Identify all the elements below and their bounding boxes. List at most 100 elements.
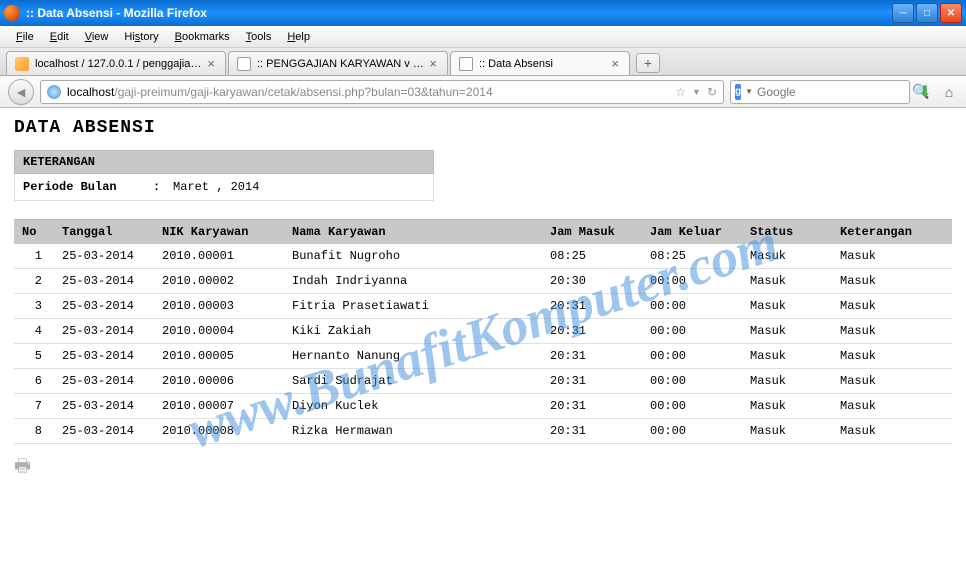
menu-edit[interactable]: Edit xyxy=(42,28,77,46)
minimize-button[interactable]: ─ xyxy=(892,3,914,23)
window-title: :: Data Absensi - Mozilla Firefox xyxy=(26,6,892,20)
col-keterangan: Keterangan xyxy=(832,220,952,245)
home-icon[interactable]: ⌂ xyxy=(940,83,958,101)
cell-nama: Hernanto Nanung xyxy=(284,344,542,369)
window-titlebar: :: Data Absensi - Mozilla Firefox ─ □ ✕ xyxy=(0,0,966,26)
cell-nama: Sardi Sudrajat xyxy=(284,369,542,394)
phpmyadmin-icon xyxy=(15,57,29,71)
menu-file[interactable]: File xyxy=(8,28,42,46)
menu-help[interactable]: Help xyxy=(279,28,318,46)
cell-jamkeluar: 00:00 xyxy=(642,294,742,319)
print-icon[interactable]: 🖶 xyxy=(14,454,952,484)
navigation-bar: ◄ localhost/gaji-preimum/gaji-karyawan/c… xyxy=(0,76,966,108)
keterangan-header: KETERANGAN xyxy=(14,150,434,174)
col-no: No xyxy=(14,220,54,245)
cell-jamkeluar: 00:00 xyxy=(642,344,742,369)
periode-colon: : xyxy=(153,180,173,194)
table-row: 825-03-20142010.00008Rizka Hermawan20:31… xyxy=(14,419,952,444)
col-nama: Nama Karyawan xyxy=(284,220,542,245)
col-jammasuk: Jam Masuk xyxy=(542,220,642,245)
cell-no: 6 xyxy=(14,369,54,394)
url-bar[interactable]: localhost/gaji-preimum/gaji-karyawan/cet… xyxy=(40,80,724,104)
menu-bar: File Edit View History Bookmarks Tools H… xyxy=(0,26,966,48)
cell-no: 4 xyxy=(14,319,54,344)
periode-label: Periode Bulan xyxy=(23,180,153,194)
col-tanggal: Tanggal xyxy=(54,220,154,245)
cell-nik: 2010.00005 xyxy=(154,344,284,369)
cell-status: Masuk xyxy=(742,369,832,394)
cell-keterangan: Masuk xyxy=(832,244,952,269)
keterangan-box: KETERANGAN Periode Bulan : Maret , 2014 xyxy=(14,150,434,201)
search-input[interactable] xyxy=(757,85,912,99)
table-row: 625-03-20142010.00006Sardi Sudrajat20:31… xyxy=(14,369,952,394)
cell-jammasuk: 20:31 xyxy=(542,319,642,344)
tab-item[interactable]: :: PENGGAJIAN KARYAWAN v 2.1 - Siste... … xyxy=(228,51,448,75)
col-jamkeluar: Jam Keluar xyxy=(642,220,742,245)
bookmark-star-icon[interactable]: ☆ xyxy=(675,85,686,99)
cell-nik: 2010.00008 xyxy=(154,419,284,444)
page-title: DATA ABSENSI xyxy=(14,118,952,138)
table-row: 125-03-20142010.00001Bunafit Nugroho08:2… xyxy=(14,244,952,269)
table-row: 425-03-20142010.00004Kiki Zakiah20:3100:… xyxy=(14,319,952,344)
cell-no: 7 xyxy=(14,394,54,419)
menu-tools[interactable]: Tools xyxy=(238,28,280,46)
table-row: 225-03-20142010.00002Indah Indriyanna20:… xyxy=(14,269,952,294)
chevron-down-icon[interactable]: ▼ xyxy=(745,87,753,96)
cell-keterangan: Masuk xyxy=(832,269,952,294)
cell-no: 1 xyxy=(14,244,54,269)
cell-jammasuk: 08:25 xyxy=(542,244,642,269)
tab-close-icon[interactable]: × xyxy=(609,56,621,71)
url-path: /gaji-preimum/gaji-karyawan/cetak/absens… xyxy=(114,85,492,99)
col-status: Status xyxy=(742,220,832,245)
table-row: 525-03-20142010.00005Hernanto Nanung20:3… xyxy=(14,344,952,369)
cell-tanggal: 25-03-2014 xyxy=(54,419,154,444)
search-box[interactable]: g ▼ 🔍 xyxy=(730,80,910,104)
cell-nama: Indah Indriyanna xyxy=(284,269,542,294)
cell-keterangan: Masuk xyxy=(832,344,952,369)
cell-tanggal: 25-03-2014 xyxy=(54,369,154,394)
close-button[interactable]: ✕ xyxy=(940,3,962,23)
cell-tanggal: 25-03-2014 xyxy=(54,244,154,269)
cell-jammasuk: 20:30 xyxy=(542,269,642,294)
table-header-row: No Tanggal NIK Karyawan Nama Karyawan Ja… xyxy=(14,220,952,245)
cell-status: Masuk xyxy=(742,294,832,319)
back-button[interactable]: ◄ xyxy=(8,79,34,105)
cell-jammasuk: 20:31 xyxy=(542,294,642,319)
cell-tanggal: 25-03-2014 xyxy=(54,294,154,319)
cell-nik: 2010.00007 xyxy=(154,394,284,419)
tab-close-icon[interactable]: × xyxy=(427,56,439,71)
tab-label: :: PENGGAJIAN KARYAWAN v 2.1 - Siste... xyxy=(257,58,427,70)
new-tab-button[interactable]: + xyxy=(636,53,660,73)
cell-tanggal: 25-03-2014 xyxy=(54,344,154,369)
cell-tanggal: 25-03-2014 xyxy=(54,269,154,294)
tab-item[interactable]: localhost / 127.0.0.1 / penggajian_karya… xyxy=(6,51,226,75)
tab-close-icon[interactable]: × xyxy=(205,56,217,71)
url-host: localhost xyxy=(67,85,114,99)
cell-keterangan: Masuk xyxy=(832,394,952,419)
cell-jamkeluar: 00:00 xyxy=(642,394,742,419)
maximize-button[interactable]: □ xyxy=(916,3,938,23)
menu-view[interactable]: View xyxy=(77,28,117,46)
cell-jamkeluar: 00:00 xyxy=(642,369,742,394)
menu-bookmarks[interactable]: Bookmarks xyxy=(167,28,238,46)
cell-status: Masuk xyxy=(742,394,832,419)
downloads-icon[interactable]: ⬇ xyxy=(916,83,934,101)
cell-nik: 2010.00004 xyxy=(154,319,284,344)
cell-no: 8 xyxy=(14,419,54,444)
cell-jammasuk: 20:31 xyxy=(542,369,642,394)
cell-tanggal: 25-03-2014 xyxy=(54,394,154,419)
document-icon xyxy=(237,57,251,71)
menu-history[interactable]: History xyxy=(116,28,166,46)
cell-nik: 2010.00003 xyxy=(154,294,284,319)
cell-keterangan: Masuk xyxy=(832,294,952,319)
page-content: www.BunafitKomputer.com DATA ABSENSI KET… xyxy=(0,108,966,564)
globe-icon xyxy=(47,85,61,99)
dropdown-icon[interactable]: ▼ xyxy=(692,87,701,97)
tab-item-active[interactable]: :: Data Absensi × xyxy=(450,51,630,75)
cell-no: 5 xyxy=(14,344,54,369)
tab-bar: localhost / 127.0.0.1 / penggajian_karya… xyxy=(0,48,966,76)
cell-nama: Rizka Hermawan xyxy=(284,419,542,444)
reload-icon[interactable]: ↻ xyxy=(707,85,717,99)
col-nik: NIK Karyawan xyxy=(154,220,284,245)
tab-label: :: Data Absensi xyxy=(479,58,609,70)
